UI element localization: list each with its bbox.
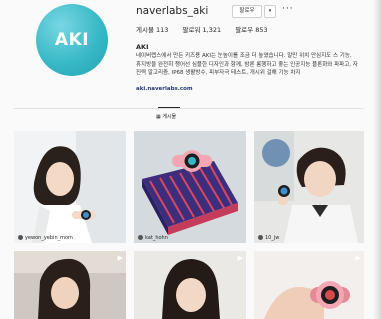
post-tagged-user[interactable]: kat_hohn [138,235,168,241]
post-photo-girl-with-watch [14,131,126,243]
post-tagged-user[interactable]: 10_jw [258,235,279,241]
video-icon: ▶ [117,254,123,262]
post-photo-hand-with-watch [254,251,364,319]
tagged-user-avatar [258,235,263,240]
post-thumbnail[interactable]: 10_jw [254,131,364,243]
post-thumbnail[interactable]: ▶ [134,251,246,319]
posts-count: 게시물 113 [136,26,169,34]
profile-avatar[interactable]: AKI [36,4,108,76]
profile-username: naverlabs_aki [136,5,209,17]
active-tab-indicator [158,107,180,108]
profile-bio: 네이버랩스에서 만든 키즈용 AKI는 눈높이를 조금 더 높였습니다. 말만 … [136,53,358,76]
instagram-profile-page: AKI naverlabs_aki 팔로우 ▾ ··· 게시물 113 팔로워 … [0,0,381,319]
follow-button[interactable]: 팔로우 [232,5,262,18]
post-photo-boy-with-watch [254,131,364,243]
more-options-icon[interactable]: ··· [282,4,294,14]
profile-full-name: AKI [136,43,149,51]
suggested-dropdown-button[interactable]: ▾ [264,5,276,18]
post-thumbnail[interactable]: ▶ [254,251,364,319]
post-photo-watch-on-striped-box [134,131,246,243]
tagged-user-avatar [138,235,143,240]
tab-posts[interactable]: ▦ 게시물 [156,113,176,120]
post-thumbnail[interactable]: yewon_yebin_mom [14,131,126,243]
video-icon: ▶ [237,254,243,262]
tagged-username: 10_jw [265,235,280,241]
posts-grid: yewon_yebin_mom kat_hohn 10_jw ▶ ▶ ▶ [14,131,364,319]
avatar-logo-text: AKI [54,30,90,50]
post-photo-girl-portrait [134,251,246,319]
post-thumbnail[interactable]: ▶ [14,251,126,319]
profile-header: AKI naverlabs_aki 팔로우 ▾ ··· 게시물 113 팔로워 … [0,0,381,124]
video-icon: ▶ [355,254,361,262]
tagged-username: kat_hohn [145,235,168,241]
post-tagged-user[interactable]: yewon_yebin_mom [18,235,73,241]
profile-website-link[interactable]: aki.naverlabs.com [136,86,193,92]
tagged-user-avatar [18,235,23,240]
tagged-username: yewon_yebin_mom [25,235,73,241]
followers-count[interactable]: 팔로워 1,321 [183,26,222,34]
post-photo-child-portrait [14,251,126,319]
profile-stats: 게시물 113 팔로워 1,321 팔로우 853 [136,24,280,34]
tabs-divider [14,108,364,109]
following-count[interactable]: 팔로우 853 [235,26,267,34]
post-thumbnail[interactable]: kat_hohn [134,131,246,243]
